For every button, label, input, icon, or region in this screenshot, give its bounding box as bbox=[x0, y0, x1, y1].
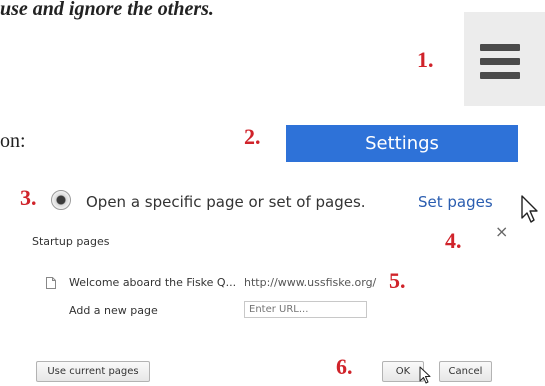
dialog-title: Startup pages bbox=[32, 235, 110, 248]
startup-page-url: http://www.ussfiske.org/ bbox=[244, 276, 377, 289]
option-text: on: bbox=[0, 130, 26, 152]
cursor-arrow-icon bbox=[419, 366, 431, 384]
set-pages-link[interactable]: Set pages bbox=[418, 193, 493, 211]
step-2-label: 2. bbox=[244, 124, 261, 149]
close-icon[interactable]: × bbox=[495, 222, 508, 241]
instruction-text: use and ignore the others. bbox=[0, 0, 214, 20]
cancel-button[interactable]: Cancel bbox=[439, 361, 492, 382]
step-1-label: 1. bbox=[417, 47, 434, 72]
settings-button[interactable]: Settings bbox=[286, 125, 518, 162]
step-5-label: 5. bbox=[389, 268, 406, 293]
new-page-url-input[interactable] bbox=[244, 301, 367, 318]
radio-option-label: Open a specific page or set of pages. bbox=[86, 193, 366, 211]
hamburger-menu-button[interactable] bbox=[464, 12, 545, 106]
step-3-label: 3. bbox=[20, 185, 37, 210]
step-4-label: 4. bbox=[445, 228, 462, 253]
step-6-label: 6. bbox=[336, 354, 353, 379]
use-current-pages-button[interactable]: Use current pages bbox=[36, 361, 150, 382]
ok-button[interactable]: OK bbox=[382, 361, 424, 382]
startup-radio-button[interactable] bbox=[51, 190, 71, 210]
page-icon bbox=[46, 277, 56, 289]
add-new-page-label: Add a new page bbox=[69, 304, 158, 317]
cursor-arrow-icon bbox=[521, 195, 538, 223]
startup-page-title: Welcome aboard the Fiske Q... bbox=[69, 276, 237, 289]
